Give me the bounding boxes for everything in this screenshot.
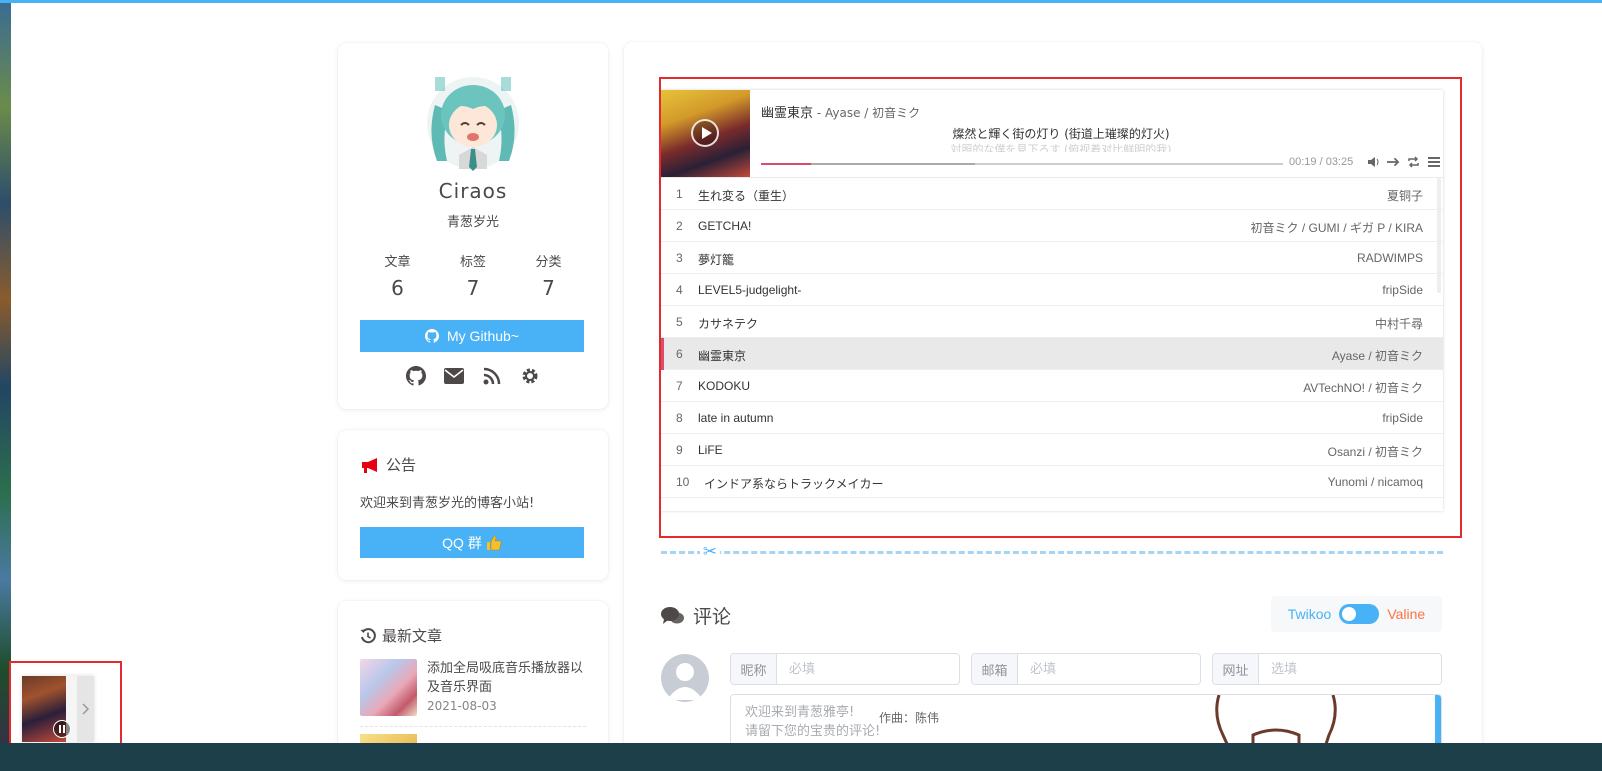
stat-label: 分类 (535, 255, 562, 270)
recent-post-item[interactable]: 添加全局吸底音乐播放器以及音乐界面 2021-08-03 (360, 659, 586, 719)
stat-label: 标签 (459, 255, 486, 270)
stat-tags[interactable]: 标签 7 (436, 251, 511, 300)
recent-post-thumbnail[interactable] (360, 659, 417, 716)
placeholder-line-2: 请留下您的宝贵的评论! (745, 724, 881, 739)
announcement-text: 欢迎来到青葱岁光的博客小站! (360, 496, 535, 511)
stat-value: 6 (391, 276, 404, 300)
recent-posts-card: 最新文章 添加全局吸底音乐播放器以及音乐界面 2021-08-03 (338, 601, 608, 751)
switch-twikoo-label[interactable]: Twikoo (1288, 606, 1332, 622)
github-button[interactable]: My Github~ (360, 320, 584, 352)
highlight-box-mini-player (9, 661, 122, 749)
qq-button-label: QQ 群 (442, 534, 482, 551)
announcement-title: 公告 (386, 456, 417, 474)
recent-posts-title: 最新文章 (382, 627, 443, 645)
recent-post-date: 2021-08-03 (427, 699, 497, 713)
history-icon (360, 627, 376, 643)
author-card: Ciraos 青葱岁光 文章 6 标签 7 分类 7 My Github~ (338, 43, 608, 409)
author-description: 青葱岁光 (446, 215, 499, 230)
stat-articles[interactable]: 文章 6 (360, 251, 435, 300)
overlay-lyric-credit: 作曲：陈伟 (879, 711, 940, 725)
placeholder-line-1: 欢迎来到青葱雅亭! (745, 705, 855, 720)
email-input[interactable] (1018, 654, 1200, 684)
author-name: Ciraos (438, 179, 508, 203)
comments-title: 评论 (693, 606, 732, 628)
website-input[interactable] (1259, 654, 1441, 684)
nickname-field: 昵称 (730, 653, 960, 685)
stat-label: 文章 (384, 255, 411, 270)
github-icon (425, 329, 439, 343)
email-field: 邮箱 (971, 653, 1201, 685)
section-divider (661, 551, 1443, 554)
comments-header: 评论 (661, 602, 731, 629)
megaphone-icon (362, 457, 377, 473)
stat-categories[interactable]: 分类 7 (511, 251, 586, 300)
top-accent-bar (0, 0, 1602, 3)
comment-system-toggle[interactable] (1339, 604, 1380, 624)
announcement-header: 公告 (360, 454, 416, 475)
email-label: 邮箱 (972, 654, 1018, 684)
github-button-label: My Github~ (447, 328, 519, 344)
taskbar (0, 743, 1602, 771)
scissors-icon: ✂ (700, 542, 720, 562)
comment-system-switch: Twikoo Valine (1271, 596, 1442, 632)
recent-post-title[interactable]: 添加全局吸底音乐播放器以及音乐界面 (427, 659, 589, 697)
nickname-input[interactable] (777, 654, 959, 684)
github-icon[interactable] (405, 365, 427, 387)
qq-group-button[interactable]: QQ 群 (360, 527, 584, 558)
desktop-background-strip (0, 3, 11, 743)
thumbs-up-icon (486, 535, 502, 550)
highlight-box-player (659, 77, 1462, 538)
comment-placeholder: 欢迎来到青葱雅亭! 请留下您的宝贵的评论! (745, 703, 880, 741)
comment-fields: 昵称 邮箱 网址 (730, 653, 1442, 685)
stat-value: 7 (542, 276, 555, 300)
rss-icon[interactable] (481, 365, 503, 387)
recent-posts-header: 最新文章 (360, 625, 442, 646)
mail-icon[interactable] (443, 365, 465, 387)
social-links (338, 365, 608, 387)
recent-post-divider (360, 726, 586, 727)
stat-value: 7 (466, 276, 480, 300)
website-label: 网址 (1213, 654, 1259, 684)
website-field: 网址 (1212, 653, 1442, 685)
nickname-label: 昵称 (731, 654, 777, 684)
author-avatar[interactable] (425, 65, 521, 171)
commenter-avatar (661, 654, 709, 702)
site-stats: 文章 6 标签 7 分类 7 (360, 251, 586, 300)
comments-icon (661, 606, 684, 624)
switch-valine-label[interactable]: Valine (1387, 606, 1425, 622)
announcement-card: 公告 欢迎来到青葱岁光的博客小站! QQ 群 (338, 430, 608, 580)
gear-icon[interactable] (519, 365, 541, 387)
